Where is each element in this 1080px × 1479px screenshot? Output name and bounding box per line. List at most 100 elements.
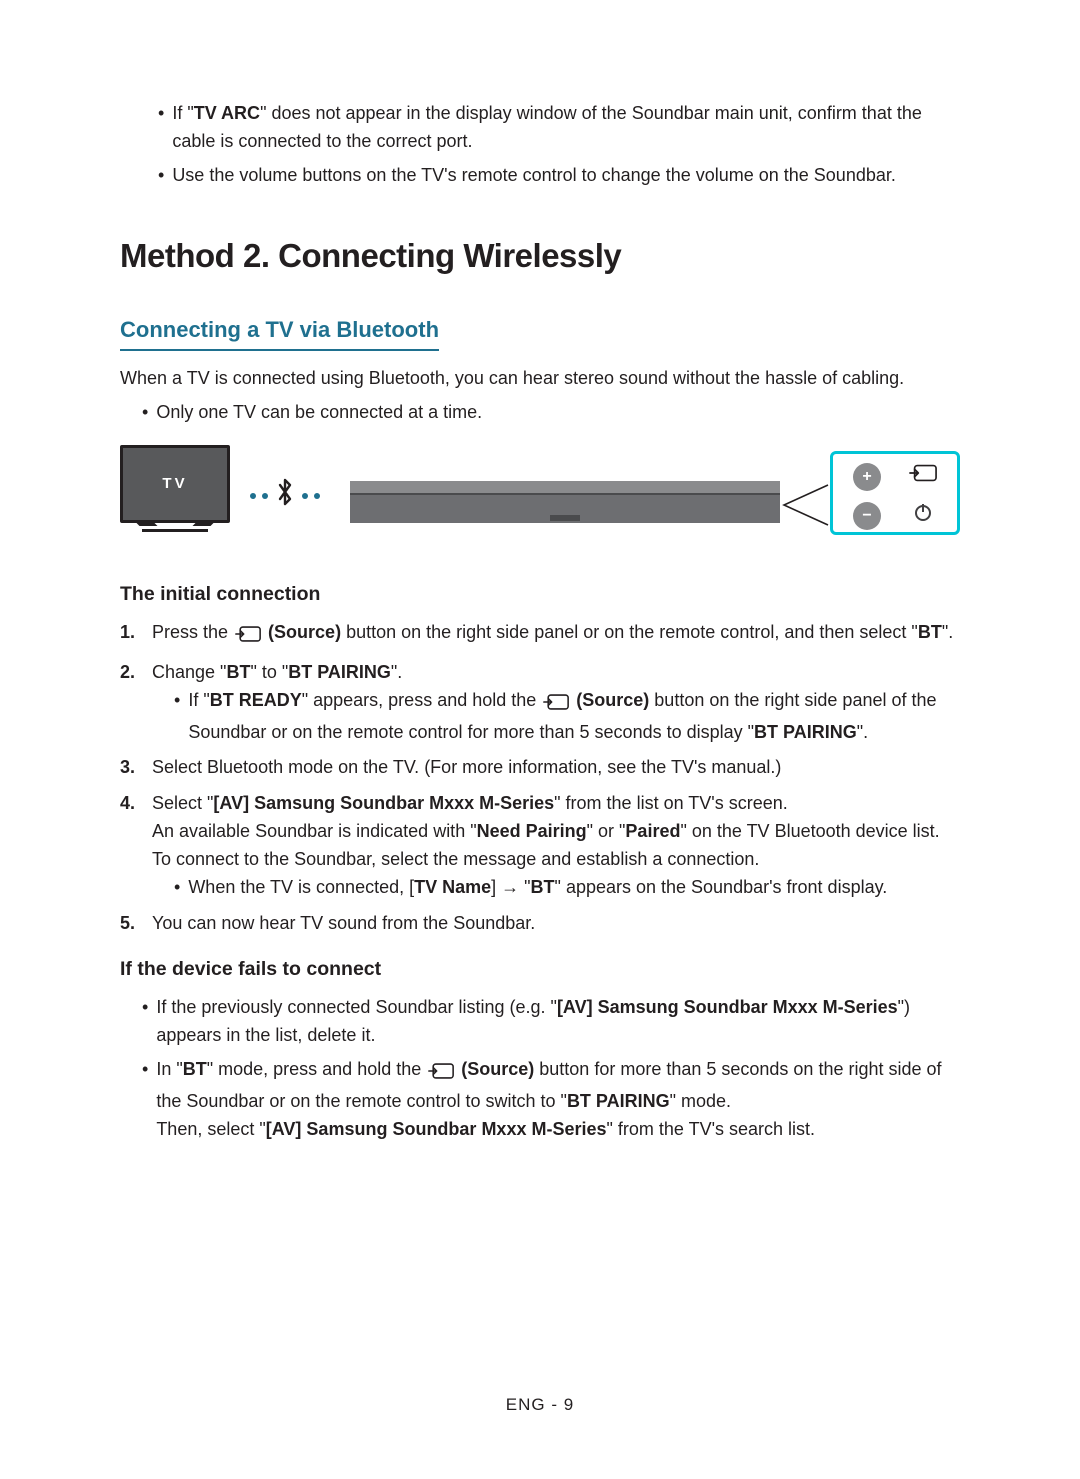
step-number: 3. xyxy=(120,754,142,782)
bullet-icon: • xyxy=(158,162,164,190)
step-body: Press the (Source) button on the right s… xyxy=(152,619,960,651)
text: Change " xyxy=(152,662,226,682)
sub-list-item: • If "BT READY" appears, press and hold … xyxy=(174,687,960,747)
bold-text: [AV] Samsung Soundbar Mxxx M-Series xyxy=(557,997,898,1017)
bold-text: BT READY xyxy=(210,690,302,710)
list-item: • Only one TV can be connected at a time… xyxy=(142,399,960,427)
text: Press the xyxy=(152,622,233,642)
soundbar-illustration xyxy=(350,493,780,523)
bluetooth-icon xyxy=(276,475,294,518)
page-footer: ENG - 9 xyxy=(0,1392,1080,1418)
step-item: 4. Select "[AV] Samsung Soundbar Mxxx M-… xyxy=(120,790,960,902)
bullet-icon: • xyxy=(142,399,148,427)
bold-text: BT PAIRING xyxy=(754,722,857,742)
connection-diagram: TV + − xyxy=(120,445,960,545)
bold-text: BT xyxy=(531,877,555,897)
signal-dot-icon xyxy=(302,493,308,499)
bullet-icon: • xyxy=(142,994,148,1050)
soundbar-illustration xyxy=(350,481,780,493)
intro-text: When a TV is connected using Bluetooth, … xyxy=(120,365,960,393)
text: Then, select " xyxy=(156,1119,265,1139)
callout-arrow-icon xyxy=(782,483,830,527)
list-item: • If "TV ARC" does not appear in the dis… xyxy=(158,100,960,156)
text: " appears, press and hold the xyxy=(302,690,542,710)
step-body: Change "BT" to "BT PAIRING". • If "BT RE… xyxy=(152,659,960,747)
text: If the previously connected Soundbar lis… xyxy=(156,997,557,1017)
step-number: 2. xyxy=(120,659,142,747)
source-icon xyxy=(909,462,937,493)
text: ". xyxy=(391,662,402,682)
top-bullet-list: • If "TV ARC" does not appear in the dis… xyxy=(158,100,960,190)
bullet-icon: • xyxy=(142,1056,148,1144)
bullet-text: When the TV is connected, [TV Name] → "B… xyxy=(188,874,887,902)
step-item: 3. Select Bluetooth mode on the TV. (For… xyxy=(120,754,960,782)
source-icon xyxy=(543,691,569,719)
bold-text: TV ARC xyxy=(194,103,260,123)
text: button on the right side panel or on the… xyxy=(341,622,918,642)
bold-text: [AV] Samsung Soundbar Mxxx M-Series xyxy=(213,793,554,813)
list-item: • If the previously connected Soundbar l… xyxy=(142,994,960,1050)
step-body: Select Bluetooth mode on the TV. (For mo… xyxy=(152,754,960,782)
text: " from the list on TV's screen. xyxy=(554,793,788,813)
text: Select " xyxy=(152,793,213,813)
step-item: 2. Change "BT" to "BT PAIRING". • If "BT… xyxy=(120,659,960,747)
steps-list: 1. Press the (Source) button on the righ… xyxy=(120,619,960,938)
text: " mode, press and hold the xyxy=(207,1059,427,1079)
section-heading: Method 2. Connecting Wirelessly xyxy=(120,230,960,281)
tv-stand xyxy=(142,526,208,532)
text: An available Soundbar is indicated with … xyxy=(152,821,477,841)
text: " or " xyxy=(587,821,626,841)
text: If " xyxy=(188,690,209,710)
bold-text: (Source) xyxy=(571,690,649,710)
text: ] → " xyxy=(491,877,530,897)
bold-text: TV Name xyxy=(414,877,491,897)
bold-text: BT PAIRING xyxy=(288,662,391,682)
bold-text: (Source) xyxy=(456,1059,534,1079)
text: " to " xyxy=(250,662,288,682)
volume-down-button: − xyxy=(853,502,881,530)
plus-icon: + xyxy=(862,465,871,490)
bullet-text: Use the volume buttons on the TV's remot… xyxy=(172,162,896,190)
bold-text: [AV] Samsung Soundbar Mxxx M-Series xyxy=(266,1119,607,1139)
paragraph-heading: If the device fails to connect xyxy=(120,954,960,984)
step-number: 4. xyxy=(120,790,142,902)
text: ". xyxy=(857,722,868,742)
bold-text: Need Pairing xyxy=(477,821,587,841)
power-icon xyxy=(913,501,933,532)
bullet-icon: • xyxy=(174,874,180,902)
bullet-text: If "TV ARC" does not appear in the displ… xyxy=(172,100,960,156)
text: " does not appear in the display window … xyxy=(172,103,922,151)
signal-dot-icon xyxy=(262,493,268,499)
fails-bullet-list: • If the previously connected Soundbar l… xyxy=(142,994,960,1143)
paragraph-heading: The initial connection xyxy=(120,579,960,609)
bold-text: Paired xyxy=(625,821,680,841)
step-item: 1. Press the (Source) button on the righ… xyxy=(120,619,960,651)
signal-dot-icon xyxy=(314,493,320,499)
bullet-icon: • xyxy=(174,687,180,747)
bullet-text: If the previously connected Soundbar lis… xyxy=(156,994,960,1050)
sub-list-item: • When the TV is connected, [TV Name] → … xyxy=(174,874,960,902)
soundbar-controls-callout: + − xyxy=(830,451,960,535)
step-body: Select "[AV] Samsung Soundbar Mxxx M-Ser… xyxy=(152,790,960,902)
bold-text: BT xyxy=(226,662,250,682)
bullet-text: In "BT" mode, press and hold the (Source… xyxy=(156,1056,960,1144)
bold-text: BT xyxy=(183,1059,207,1079)
text: " mode. xyxy=(670,1091,731,1111)
list-item: • Use the volume buttons on the TV's rem… xyxy=(158,162,960,190)
bullet-text: Only one TV can be connected at a time. xyxy=(156,399,482,427)
bluetooth-signal xyxy=(250,475,320,518)
tv-label: TV xyxy=(162,472,187,495)
text: When the TV is connected, [ xyxy=(188,877,414,897)
step-item: 5. You can now hear TV sound from the So… xyxy=(120,910,960,938)
signal-dot-icon xyxy=(250,493,256,499)
minus-icon: − xyxy=(862,504,871,529)
step-body: You can now hear TV sound from the Sound… xyxy=(152,910,960,938)
subsection-heading: Connecting a TV via Bluetooth xyxy=(120,313,439,351)
bold-text: (Source) xyxy=(263,622,341,642)
text: If " xyxy=(172,103,193,123)
text: " from the TV's search list. xyxy=(607,1119,816,1139)
step-number: 5. xyxy=(120,910,142,938)
bullet-text: If "BT READY" appears, press and hold th… xyxy=(188,687,960,747)
volume-up-button: + xyxy=(853,463,881,491)
text: " appears on the Soundbar's front displa… xyxy=(555,877,888,897)
